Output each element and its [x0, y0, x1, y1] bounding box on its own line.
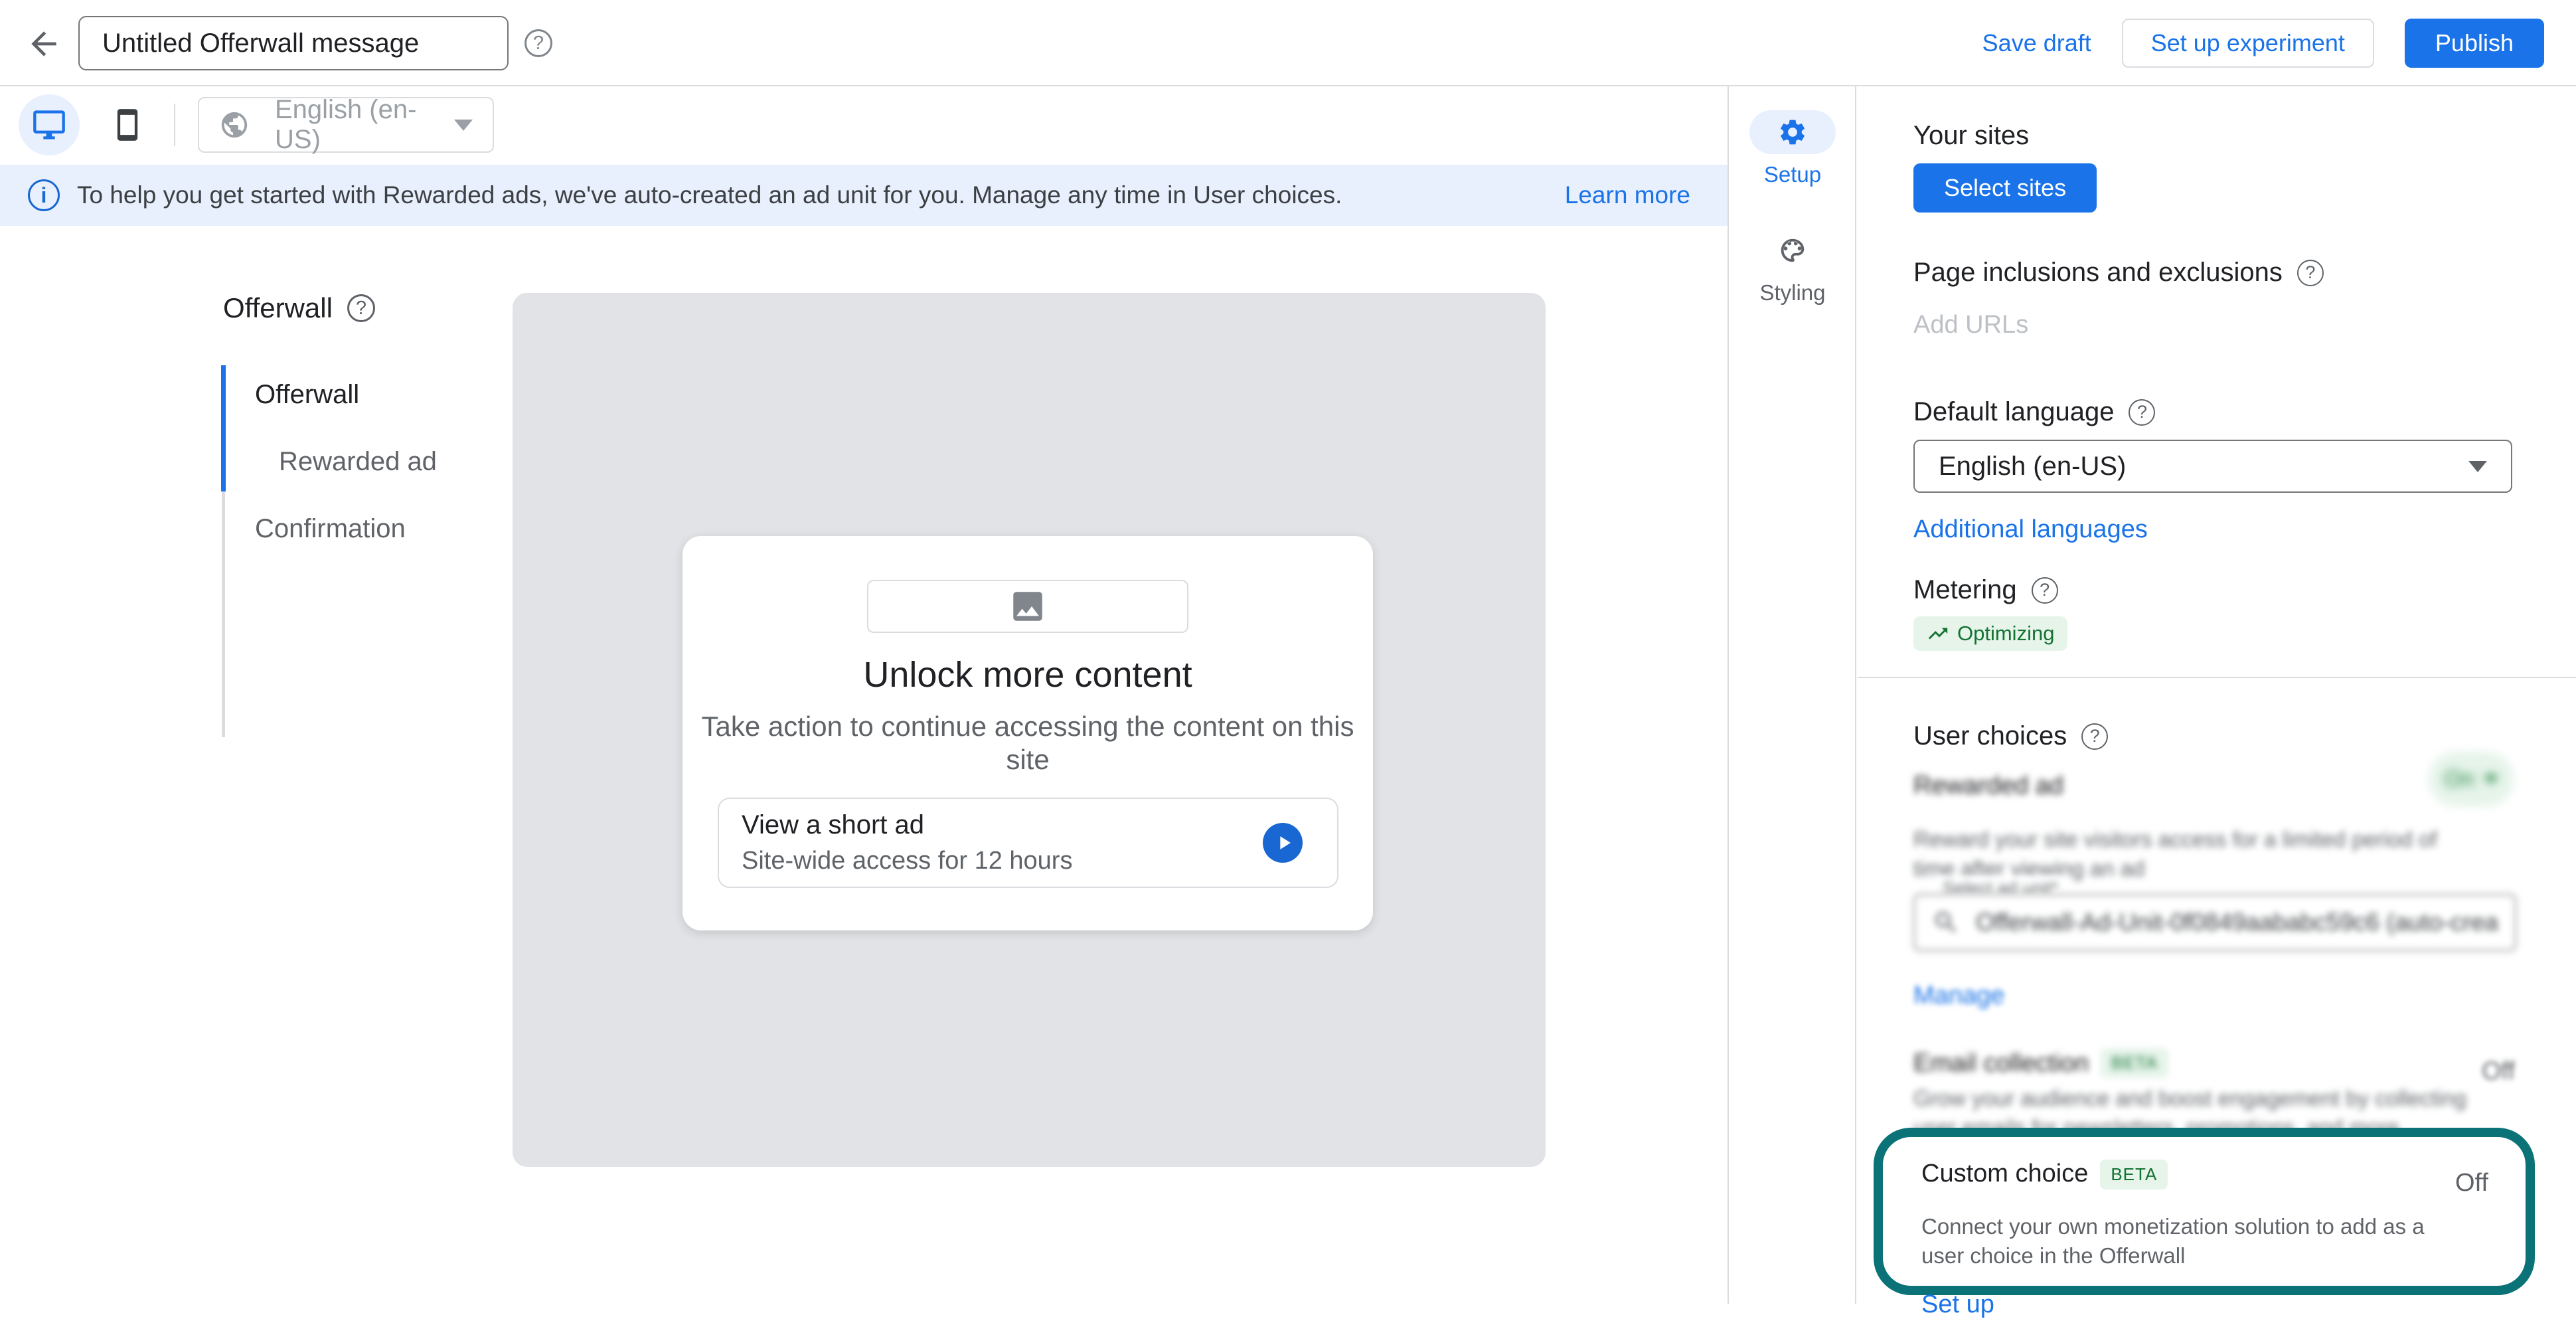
- banner-text: To help you get started with Rewarded ad…: [77, 181, 1565, 209]
- manage-link[interactable]: Manage: [1913, 982, 2004, 1010]
- tab-styling[interactable]: Styling: [1730, 228, 1855, 306]
- ad-unit-value: Offerwall-Ad-Unit-0f0849aababc59c6 (auto…: [1976, 909, 2498, 936]
- chevron-down-icon: [454, 120, 473, 131]
- rewarded-ad-description: Reward your site visitors access for a l…: [1913, 825, 2445, 883]
- page-inclusions-heading: Page inclusions and exclusions ?: [1913, 258, 2324, 288]
- top-bar: ? Save draft Set up experiment Publish: [0, 0, 2576, 86]
- smartphone-icon: [110, 108, 145, 142]
- nav-item-offerwall[interactable]: Offerwall: [223, 361, 437, 428]
- additional-languages-link[interactable]: Additional languages: [1913, 515, 2148, 544]
- nav-item-rewarded-ad[interactable]: Rewarded ad: [223, 428, 437, 495]
- default-language-heading: Default language ?: [1913, 397, 2155, 427]
- metering-heading: Metering ?: [1913, 575, 2058, 605]
- tab-setup-label: Setup: [1764, 162, 1821, 187]
- beta-badge: BETA: [2101, 1048, 2168, 1078]
- nav-rail-active-indicator: [221, 365, 226, 491]
- ad-unit-select[interactable]: Offerwall-Ad-Unit-0f0849aababc59c6 (auto…: [1913, 894, 2516, 951]
- offerwall-title: Unlock more content: [683, 654, 1373, 695]
- offerwall-nav-title: Offerwall: [223, 292, 333, 324]
- device-toggle: [19, 94, 158, 155]
- setup-panel: Your sites Select sites Page inclusions …: [1858, 86, 2576, 1304]
- preview-language-value: English (en-US): [275, 95, 454, 155]
- toolbar-divider: [174, 104, 175, 146]
- rewarded-ad-title: Rewarded ad: [1913, 772, 2063, 800]
- panel-divider: [1858, 677, 2576, 678]
- offerwall-subtitle: Take action to continue accessing the co…: [683, 710, 1373, 776]
- user-choices-heading: User choices ?: [1913, 721, 2108, 751]
- top-bar-actions: Save draft Set up experiment Publish: [1982, 19, 2544, 68]
- play-icon: [1273, 832, 1295, 854]
- mobile-preview-button[interactable]: [97, 94, 158, 155]
- select-sites-button[interactable]: Select sites: [1913, 163, 2097, 213]
- preview-stage: Unlock more content Take action to conti…: [513, 293, 1546, 1167]
- image-placeholder-icon: [1008, 587, 1047, 626]
- view-ad-title: View a short ad: [742, 810, 1263, 840]
- offerwall-nav: Offerwall ? Offerwall Rewarded ad Confir…: [223, 292, 437, 563]
- preview-language-select[interactable]: English (en-US): [198, 97, 494, 153]
- chevron-down-icon: [2468, 461, 2487, 472]
- desktop-preview-button[interactable]: [19, 94, 80, 155]
- default-language-help-icon[interactable]: ?: [2129, 399, 2155, 426]
- chevron-down-icon: [2484, 775, 2498, 784]
- title-help-icon[interactable]: ?: [524, 29, 552, 57]
- set-up-link[interactable]: Set up: [1921, 1290, 1994, 1319]
- email-collection-title: Email collectionBETA: [1913, 1048, 2168, 1078]
- info-icon: i: [28, 179, 60, 211]
- custom-choice-description: Connect your own monetization solution t…: [1921, 1212, 2439, 1271]
- preview-column: English (en-US) i To help you get starte…: [0, 86, 1729, 1304]
- custom-choice-card: Custom choice BETA Off Connect your own m…: [1874, 1128, 2535, 1295]
- rewarded-ad-toggle[interactable]: On: [2429, 752, 2514, 806]
- desktop-icon: [32, 108, 66, 142]
- nav-item-confirmation[interactable]: Confirmation: [223, 495, 437, 563]
- add-urls-input[interactable]: [1913, 311, 2458, 339]
- device-bar: English (en-US): [0, 86, 1728, 163]
- offerwall-help-icon[interactable]: ?: [347, 294, 375, 322]
- tab-setup[interactable]: Setup: [1730, 110, 1855, 187]
- play-button[interactable]: [1263, 823, 1303, 863]
- default-language-value: English (en-US): [1939, 452, 2468, 482]
- beta-badge: BETA: [2100, 1160, 2168, 1189]
- set-up-experiment-button[interactable]: Set up experiment: [2122, 19, 2374, 68]
- page-inclusions-help-icon[interactable]: ?: [2297, 260, 2324, 286]
- view-ad-option[interactable]: View a short ad Site-wide access for 12 …: [718, 798, 1338, 888]
- email-collection-status: Off: [2482, 1057, 2515, 1086]
- gear-icon: [1777, 117, 1808, 147]
- save-draft-button[interactable]: Save draft: [1982, 29, 2091, 57]
- message-title-input[interactable]: [78, 16, 509, 70]
- custom-choice-status: Off: [2455, 1169, 2488, 1197]
- publish-button[interactable]: Publish: [2405, 19, 2544, 68]
- metering-help-icon[interactable]: ?: [2032, 577, 2058, 604]
- user-choices-help-icon[interactable]: ?: [2081, 723, 2108, 750]
- tab-styling-label: Styling: [1759, 280, 1825, 306]
- learn-more-link[interactable]: Learn more: [1565, 181, 1690, 209]
- logo-placeholder: [867, 580, 1188, 633]
- metering-status-badge: Optimizing: [1913, 616, 2067, 651]
- default-language-select[interactable]: English (en-US): [1913, 440, 2512, 493]
- search-icon: [1932, 909, 1960, 936]
- offerwall-preview-card: Unlock more content Take action to conti…: [683, 536, 1373, 930]
- globe-icon: [219, 110, 250, 140]
- custom-choice-title: Custom choice: [1921, 1160, 2088, 1188]
- back-arrow-icon[interactable]: [25, 25, 62, 62]
- your-sites-heading: Your sites: [1913, 121, 2029, 151]
- trending-icon: [1927, 622, 1949, 645]
- settings-rail: Setup Styling: [1730, 86, 1856, 1304]
- info-banner: i To help you get started with Rewarded …: [0, 165, 1728, 226]
- view-ad-subtitle: Site-wide access for 12 hours: [742, 847, 1263, 875]
- palette-icon: [1777, 235, 1808, 266]
